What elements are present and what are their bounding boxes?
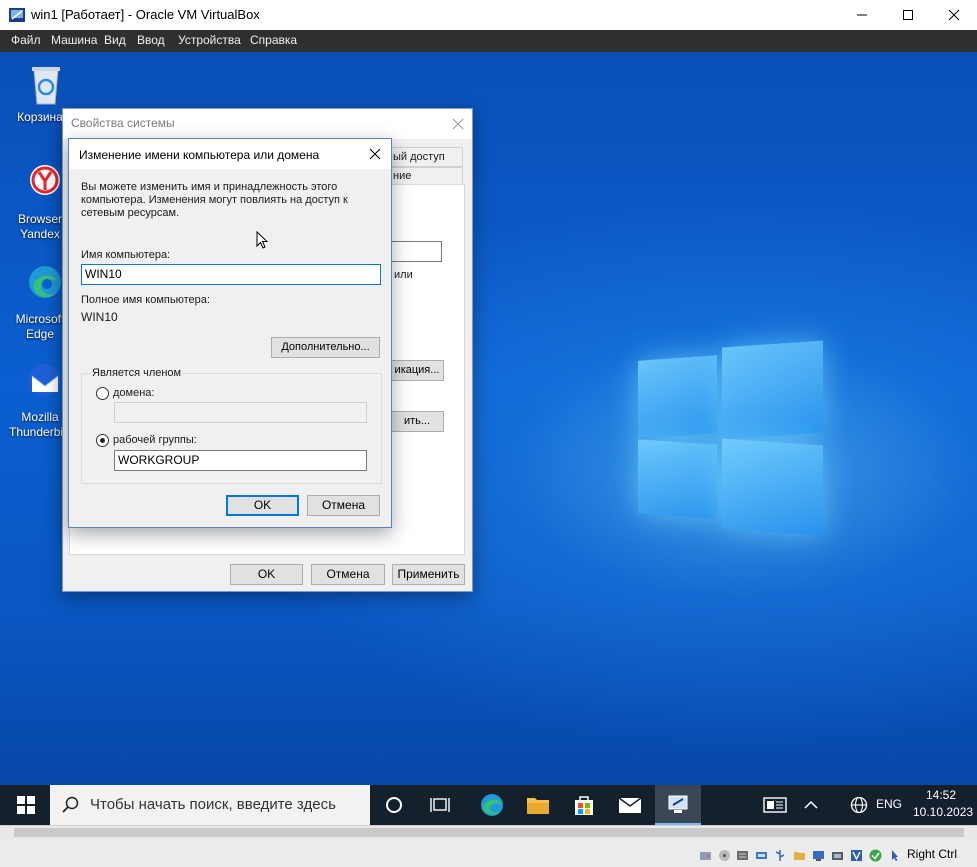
recording-icon [832, 852, 843, 860]
maximize-icon [903, 10, 913, 20]
member-of-groupbox: Является членом домена: рабочей группы: … [81, 367, 382, 484]
sysprops-ok-button[interactable]: OK [230, 564, 303, 585]
identification-button[interactable]: икация... [390, 360, 444, 381]
menu-view[interactable]: Вид [104, 33, 126, 47]
domain-input[interactable] [114, 402, 367, 423]
minimize-icon [857, 14, 867, 16]
vbox-horizontal-scrollbar[interactable] [0, 825, 977, 839]
taskbar-system-properties[interactable] [655, 785, 701, 825]
edge-icon [481, 794, 503, 816]
close-icon[interactable] [369, 148, 381, 160]
vt-x-icon [851, 850, 862, 861]
computer-name-input[interactable]: WIN10 [81, 264, 381, 285]
menu-machine[interactable]: Машина [51, 33, 97, 47]
cortana-icon [386, 797, 402, 813]
task-view-button[interactable] [371, 785, 417, 825]
task-view-icon [430, 798, 450, 812]
tab-protection[interactable]: ние [390, 167, 463, 185]
system-properties-titlebar: Свойства системы [63, 109, 472, 139]
store-icon [575, 796, 593, 815]
minimize-button[interactable] [839, 0, 885, 30]
host-window-title: win1 [Работает] - Oracle VM VirtualBox [31, 7, 260, 22]
rename-ok-button[interactable]: OK [226, 495, 299, 516]
virtualbox-icon [9, 8, 25, 22]
full-name-value: WIN10 [81, 310, 118, 324]
radio-selected-dot [100, 438, 105, 443]
search-placeholder: Чтобы начать поиск, введите здесь [90, 796, 336, 813]
close-icon [948, 9, 960, 21]
clock-date[interactable]: 10.10.2023 [913, 805, 973, 819]
computer-name-label: Имя компьютера: [81, 249, 171, 261]
taskbar-file-explorer[interactable] [515, 785, 561, 825]
text-fragment: или [394, 269, 413, 281]
sysprops-apply-button[interactable]: Применить [392, 564, 465, 585]
mouse-integration-icon [892, 850, 898, 861]
yandex-browser-icon [29, 165, 60, 195]
chevron-up-icon [804, 800, 818, 809]
computer-description-field[interactable] [390, 241, 442, 262]
member-of-label: Является членом [90, 367, 184, 379]
system-properties-title: Свойства системы [71, 116, 175, 130]
rename-dialog-title: Изменение имени компьютера или домена [79, 148, 320, 162]
display-icon [813, 851, 824, 861]
taskbar: Чтобы начать поиск, введите здесь ENG 14… [0, 785, 977, 825]
taskbar-search-box[interactable]: Чтобы начать поиск, введите здесь [50, 785, 370, 825]
close-icon[interactable] [452, 118, 464, 130]
guest-additions-icon [869, 849, 882, 862]
maximize-button[interactable] [885, 0, 931, 30]
rename-dialog-titlebar: Изменение имени компьютера или домена [69, 139, 391, 169]
workgroup-label: рабочей группы: [113, 434, 197, 446]
sysprops-cancel-button[interactable]: Отмена [311, 564, 385, 585]
shared-folders-icon [794, 852, 805, 860]
news-icon [763, 797, 787, 813]
audio-icon [737, 851, 748, 860]
more-button[interactable]: Дополнительно... [271, 337, 380, 358]
rename-computer-dialog: Изменение имени компьютера или домена Вы… [68, 138, 392, 528]
full-name-label: Полное имя компьютера: [81, 294, 210, 306]
language-indicator[interactable]: ENG [876, 797, 902, 811]
menu-devices[interactable]: Устройства [178, 33, 241, 47]
tray-overflow-button[interactable] [788, 785, 834, 825]
menu-help[interactable]: Справка [250, 33, 297, 47]
folder-icon [527, 798, 549, 814]
recycle-bin-icon [31, 67, 60, 105]
domain-label: домена: [113, 387, 155, 399]
hard-disk-icon [700, 852, 711, 860]
workgroup-input[interactable]: WORKGROUP [114, 450, 367, 471]
clock-time[interactable]: 14:52 [926, 788, 956, 802]
rename-description: Вы можете изменить имя и принадлежность … [81, 181, 348, 219]
start-button[interactable] [3, 785, 49, 825]
network-adapter-icon [756, 852, 767, 859]
scrollbar-thumb[interactable] [14, 828, 964, 837]
tab-label: ние [393, 170, 412, 182]
host-titlebar: win1 [Работает] - Oracle VM VirtualBox [0, 0, 977, 30]
network-globe-icon [850, 796, 868, 814]
usb-icon [775, 850, 785, 861]
edge-icon [28, 266, 61, 298]
tab-remote-access[interactable]: ый доступ [390, 147, 463, 167]
search-icon [62, 796, 79, 813]
thunderbird-icon [28, 364, 61, 396]
mouse-cursor-icon [256, 231, 269, 249]
taskbar-mail[interactable] [607, 785, 653, 825]
mail-icon [618, 797, 642, 813]
close-button[interactable] [931, 0, 977, 30]
menu-input[interactable]: Ввод [137, 33, 165, 47]
taskbar-edge[interactable] [469, 785, 515, 825]
rename-cancel-button[interactable]: Отмена [307, 495, 380, 516]
windows-start-icon [17, 796, 35, 814]
domain-radio[interactable] [96, 387, 109, 400]
system-properties-icon [668, 795, 688, 813]
task-view-icon-button[interactable] [417, 785, 463, 825]
taskbar-store[interactable] [561, 785, 607, 825]
vbox-statusbar: Right Ctrl [0, 839, 977, 867]
host-key-label: Right Ctrl [907, 847, 958, 861]
change-button[interactable]: ить... [390, 411, 444, 432]
workgroup-radio[interactable] [96, 434, 109, 447]
optical-drive-icon [719, 850, 730, 861]
tab-label: ый доступ [393, 151, 445, 163]
host-menubar: Файл Машина Вид Ввод Устройства Справка [0, 30, 977, 52]
menu-file[interactable]: Файл [11, 33, 41, 47]
